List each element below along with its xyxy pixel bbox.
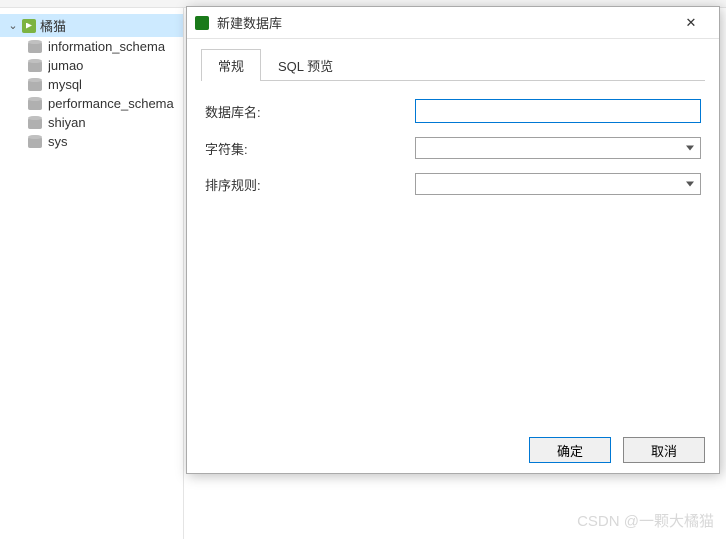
close-icon: ✕ bbox=[686, 15, 697, 31]
connection-label: 橘猫 bbox=[40, 16, 66, 35]
db-label: sys bbox=[48, 134, 68, 149]
db-node[interactable]: performance_schema bbox=[0, 94, 183, 113]
new-database-dialog: 新建数据库 ✕ 常规 SQL 预览 数据库名: 字符集: 排序规则: bbox=[186, 6, 720, 474]
collation-select[interactable] bbox=[415, 173, 701, 195]
cancel-button[interactable]: 取消 bbox=[623, 437, 705, 463]
db-node[interactable]: jumao bbox=[0, 56, 183, 75]
charset-label: 字符集: bbox=[205, 139, 277, 158]
tab-sql-preview[interactable]: SQL 预览 bbox=[261, 49, 350, 81]
chevron-down-icon[interactable]: ⌄ bbox=[8, 19, 18, 32]
db-node[interactable]: information_schema bbox=[0, 37, 183, 56]
db-label: shiyan bbox=[48, 115, 86, 130]
collation-label: 排序规则: bbox=[205, 175, 277, 194]
db-name-label: 数据库名: bbox=[205, 102, 277, 121]
dialog-tabs: 常规 SQL 预览 bbox=[201, 49, 705, 81]
db-label: performance_schema bbox=[48, 96, 174, 111]
db-node[interactable]: sys bbox=[0, 132, 183, 151]
ok-button[interactable]: 确定 bbox=[529, 437, 611, 463]
db-node[interactable]: mysql bbox=[0, 75, 183, 94]
database-icon bbox=[28, 60, 42, 72]
db-label: mysql bbox=[48, 77, 82, 92]
tab-general[interactable]: 常规 bbox=[201, 49, 261, 81]
database-icon bbox=[28, 79, 42, 91]
connection-node[interactable]: ⌄ 橘猫 bbox=[0, 14, 183, 37]
dialog-title: 新建数据库 bbox=[217, 13, 671, 32]
connection-tree: ⌄ 橘猫 information_schema jumao mysql perf… bbox=[0, 8, 184, 539]
close-button[interactable]: ✕ bbox=[671, 8, 711, 38]
connection-icon bbox=[22, 19, 36, 33]
database-icon bbox=[28, 136, 42, 148]
db-name-input[interactable] bbox=[415, 99, 701, 123]
db-label: jumao bbox=[48, 58, 83, 73]
db-label: information_schema bbox=[48, 39, 165, 54]
charset-select[interactable] bbox=[415, 137, 701, 159]
database-green-icon bbox=[195, 16, 209, 30]
database-icon bbox=[28, 41, 42, 53]
database-icon bbox=[28, 98, 42, 110]
database-icon bbox=[28, 117, 42, 129]
dialog-titlebar[interactable]: 新建数据库 ✕ bbox=[187, 7, 719, 39]
db-node[interactable]: shiyan bbox=[0, 113, 183, 132]
